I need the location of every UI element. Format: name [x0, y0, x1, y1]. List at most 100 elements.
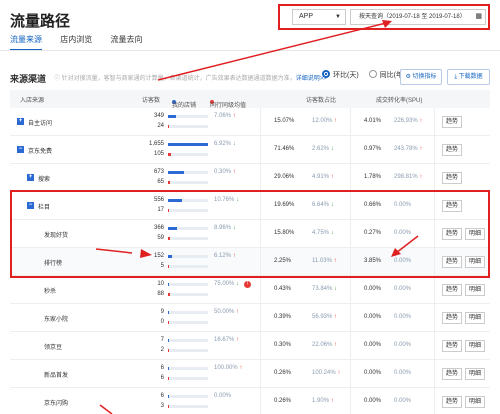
visitors-peer-bar-fill — [168, 181, 170, 184]
app-select-value: APP — [299, 13, 314, 20]
detail-button[interactable]: 明细 — [465, 368, 485, 380]
trend-button[interactable]: 趋势 — [442, 284, 462, 296]
table-row: + 自主访问 349 24 7.06% ↑ 15.07% 12.00% ↑ 4.01% 226.… — [10, 108, 490, 136]
visitors-mine: 1,655 — [148, 141, 164, 147]
visitors-peer: 105 — [153, 151, 164, 157]
date-range-picker[interactable]: 按天查询（2019-07-18 至 2019-07-18） ▦ — [350, 9, 486, 25]
expand-icon[interactable]: + — [17, 118, 24, 125]
visitors-mine-bar — [168, 115, 208, 118]
ratio-change: 4.91% ↑ — [312, 174, 334, 180]
column-divider — [260, 388, 261, 414]
page-title: 流量路径 — [10, 13, 71, 30]
ratio-change: 73.84% ↓ — [312, 286, 337, 292]
conversion-change-value: 0.00% — [394, 314, 412, 320]
visitors-change-value: 50.00% — [214, 309, 235, 315]
visitors-peer-bar-fill — [168, 153, 171, 156]
detail-button[interactable]: 明细 — [465, 312, 485, 324]
table-row: 新品首发 6 6 100.00% ↑ 0.26% 100.24% ↑ 0.00% 0.00% … — [10, 360, 490, 388]
trend-arrow-icon: ↑ — [236, 309, 240, 315]
trend-arrow-icon: ↑ — [239, 365, 243, 371]
tab-in-store-browse[interactable]: 店内浏览 — [60, 34, 92, 49]
visitors-change-value: 16.67% — [214, 337, 235, 343]
visitors-mine-bar-fill — [168, 395, 169, 398]
ratio-change-value: 12.00% — [312, 118, 333, 124]
source-name: 新品首发 — [44, 373, 69, 379]
trend-arrow-icon: ↑ — [330, 398, 334, 404]
conversion-change: 0.00% — [394, 342, 411, 348]
visitors-peer-bar — [168, 321, 208, 324]
column-divider — [260, 108, 261, 136]
visitors-mine-bar-fill — [168, 367, 169, 370]
switch-metrics-label: 切换指标 — [412, 74, 437, 80]
column-divider — [434, 136, 435, 164]
section-title: 来源渠道 — [10, 74, 47, 84]
visitors-change: 16.67% ↑ — [214, 337, 239, 343]
trend-arrow-icon: ↑ — [419, 118, 423, 124]
conversion-change-value: 0.00% — [394, 342, 412, 348]
expand-icon[interactable]: + — [27, 174, 34, 181]
visitors-peer: 6 — [160, 375, 164, 381]
visitors-peer-bar-fill — [168, 125, 169, 128]
visitors-peer: 65 — [157, 179, 164, 185]
visitors-mine-bar-fill — [168, 311, 169, 314]
visitors-change-value: 6.92% — [214, 141, 232, 147]
collapse-icon[interactable]: − — [17, 146, 24, 153]
visitors-peer-bar-fill — [168, 293, 170, 296]
trend-button[interactable]: 趋势 — [442, 396, 462, 408]
conversion-rate: 0.00% — [364, 286, 382, 292]
conversion-rate: 0.00% — [364, 342, 382, 348]
visitors-change-value: 7.06% — [214, 113, 232, 119]
ratio-change: 100.24% ↑ — [312, 370, 340, 376]
trend-arrow-icon: ↑ — [334, 314, 338, 320]
visitor-ratio: 0.43% — [274, 286, 292, 292]
trend-arrow-icon: ↑ — [419, 146, 423, 152]
download-button[interactable]: ⤓ 下载数据 — [447, 69, 490, 85]
visitors-peer: 0 — [160, 319, 164, 325]
visitor-ratio: 0.26% — [274, 370, 292, 376]
conversion-change-value: 243.78% — [394, 146, 418, 152]
trend-button[interactable]: 趋势 — [442, 312, 462, 324]
conversion-change: 0.00% — [394, 314, 411, 320]
visitors-mine-bar — [168, 395, 208, 398]
ratio-change: 2.62% ↓ — [312, 146, 334, 152]
conversion-change-value: 298.81% — [394, 174, 418, 180]
table-header: 入店来源 访客数 我的店铺 同行同级均值 访客数占比 成交转化率(SPU) — [10, 90, 490, 109]
column-divider — [350, 304, 351, 332]
app-select[interactable]: APP ▼ — [292, 9, 346, 25]
visitors-change: 50.00% ↑ — [214, 309, 239, 315]
conversion-change: 226.93% ↑ — [394, 118, 422, 124]
tab-traffic-source[interactable]: 流量来源 — [10, 34, 42, 51]
table-row: 京东闪购 6 3 0.00% 0.26% 1.90% ↑ 0.00% 0.00% 趋势 明细 — [10, 388, 490, 414]
visitors-change: 7.06% ↑ — [214, 113, 236, 119]
visitors-change-value: 0.30% — [214, 169, 232, 175]
tab-traffic-destination[interactable]: 流量去向 — [110, 34, 142, 49]
switch-metrics-button[interactable]: ⚙ 切换指标 — [400, 69, 442, 85]
header-ratio: 访客数占比 — [306, 98, 337, 104]
detail-button[interactable]: 明细 — [465, 340, 485, 352]
table-row: 领京豆 7 2 16.67% ↑ 0.30% 22.06% ↑ 0.00% 0.00% 趋势明… — [10, 332, 490, 360]
visitor-ratio: 0.30% — [274, 342, 292, 348]
trend-arrow-icon: ↓ — [334, 286, 338, 292]
visitors-mine-bar-fill — [168, 115, 177, 118]
download-label: 下载数据 — [458, 74, 483, 80]
column-divider — [260, 136, 261, 164]
trend-button[interactable]: 趋势 — [442, 340, 462, 352]
column-divider — [260, 304, 261, 332]
visitors-peer-bar — [168, 181, 208, 184]
visitors-peer-bar-fill — [168, 377, 169, 380]
visitors-peer-bar — [168, 405, 208, 408]
header-source: 入店来源 — [20, 98, 45, 104]
trend-button[interactable]: 趋势 — [442, 368, 462, 380]
trend-button[interactable]: 趋势 — [442, 144, 462, 156]
trend-button[interactable]: 趋势 — [442, 116, 462, 128]
source-name: 京东免费 — [28, 149, 53, 155]
radio-daily[interactable]: 环比(天) — [322, 70, 359, 79]
conversion-change: 0.00% — [394, 286, 411, 292]
conversion-rate: 0.00% — [364, 370, 382, 376]
trend-arrow-icon: ↓ — [232, 141, 236, 147]
detail-button[interactable]: 明细 — [465, 396, 485, 408]
detail-button[interactable]: 明细 — [465, 284, 485, 296]
conversion-change-value: 0.00% — [394, 370, 412, 376]
radio-unselected-icon — [368, 70, 377, 78]
trend-button[interactable]: 趋势 — [442, 172, 462, 184]
